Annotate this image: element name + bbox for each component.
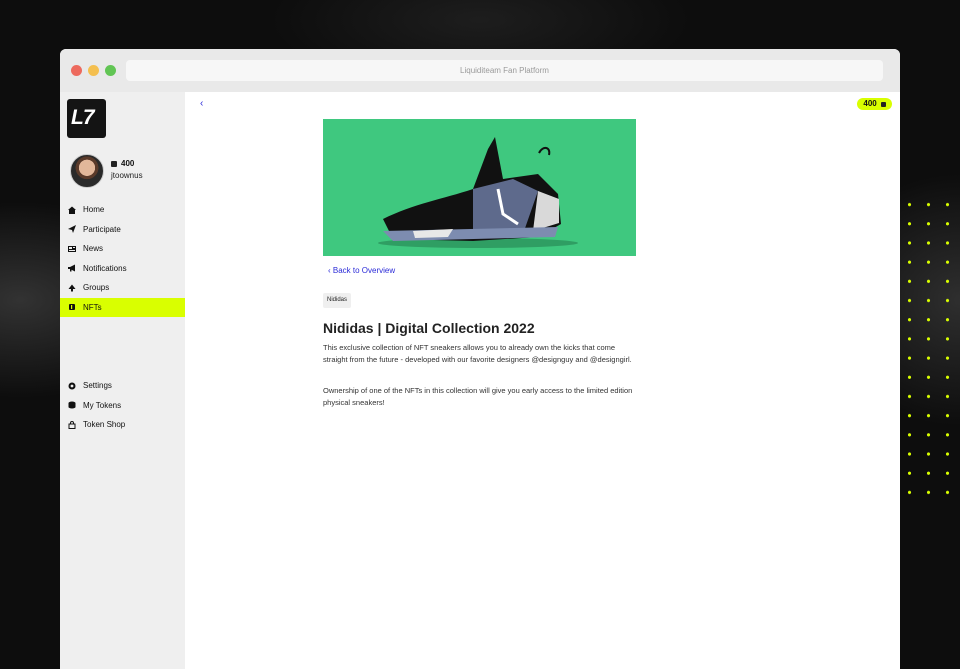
sidebar-item-home[interactable]: Home xyxy=(60,200,185,220)
browser-window: Liquiditeam Fan Platform L7 400 jtoownus… xyxy=(60,49,900,669)
username: jtoownus xyxy=(111,171,143,180)
sidebar-item-notifications[interactable]: Notifications xyxy=(60,259,185,279)
brand-logo[interactable]: L7 xyxy=(67,99,106,138)
back-to-overview-label: Back to Overview xyxy=(332,266,396,275)
decorative-dot-grid xyxy=(900,195,960,500)
shopping-bag-icon xyxy=(68,420,76,429)
sidebar-item-label: Home xyxy=(83,205,105,215)
sidebar-item-label: Token Shop xyxy=(83,420,126,430)
megaphone-icon xyxy=(68,264,76,272)
sidebar-item-label: NFTs xyxy=(83,302,102,312)
sidebar-item-label: Groups xyxy=(83,283,110,293)
back-to-overview-link[interactable]: ‹ Back to Overview xyxy=(328,266,395,275)
close-window-button[interactable] xyxy=(71,65,82,76)
address-bar[interactable]: Liquiditeam Fan Platform xyxy=(126,60,883,81)
maximize-window-button[interactable] xyxy=(105,65,116,76)
page-title: Nididas | Digital Collection 2022 xyxy=(323,320,535,336)
coins-icon xyxy=(68,401,76,409)
sidebar: L7 400 jtoownus Home Participate News No… xyxy=(60,92,185,669)
newspaper-icon xyxy=(68,245,76,253)
user-token-value: 400 xyxy=(121,159,135,168)
balance-value: 400 xyxy=(863,99,877,108)
coins-icon xyxy=(111,161,117,167)
sidebar-item-nfts[interactable]: NFTs xyxy=(60,297,185,317)
sidebar-main-nav: Home Participate News Notifications Grou… xyxy=(60,200,185,317)
sneaker-illustration xyxy=(378,137,578,248)
sidebar-item-token-shop[interactable]: Token Shop xyxy=(60,415,185,435)
sidebar-item-label: Participate xyxy=(83,224,121,234)
paper-plane-icon xyxy=(68,225,76,234)
gear-icon xyxy=(68,382,76,390)
sidebar-item-label: Notifications xyxy=(83,263,127,273)
avatar[interactable] xyxy=(70,154,104,188)
back-chevron-icon[interactable]: ‹ xyxy=(200,98,203,109)
sidebar-item-label: My Tokens xyxy=(83,400,122,410)
brand-tag[interactable]: Nididas xyxy=(323,293,352,308)
coins-icon xyxy=(881,102,886,107)
balance-badge[interactable]: 400 xyxy=(857,98,892,110)
description-paragraph: This exclusive collection of NFT sneaker… xyxy=(323,343,632,364)
people-icon xyxy=(68,284,76,292)
main-content: ‹ 400 ‹ Back to Overview Nididas Nididas… xyxy=(185,92,900,669)
sidebar-secondary-nav: Settings My Tokens Token Shop xyxy=(60,376,185,435)
description-paragraph: Ownership of one of the NFTs in this col… xyxy=(323,386,633,407)
minimize-window-button[interactable] xyxy=(88,65,99,76)
sidebar-item-participate[interactable]: Participate xyxy=(60,220,185,240)
sidebar-item-groups[interactable]: Groups xyxy=(60,278,185,298)
nft-hero-image xyxy=(323,119,636,256)
sidebar-item-settings[interactable]: Settings xyxy=(60,376,185,396)
sidebar-item-my-tokens[interactable]: My Tokens xyxy=(60,396,185,416)
user-token-count: 400 xyxy=(111,159,134,168)
sidebar-item-label: News xyxy=(83,244,104,254)
sidebar-item-news[interactable]: News xyxy=(60,239,185,259)
title-bar: Liquiditeam Fan Platform xyxy=(60,49,900,92)
home-icon xyxy=(68,206,76,214)
nft-icon xyxy=(68,303,76,311)
sidebar-item-label: Settings xyxy=(83,381,112,391)
